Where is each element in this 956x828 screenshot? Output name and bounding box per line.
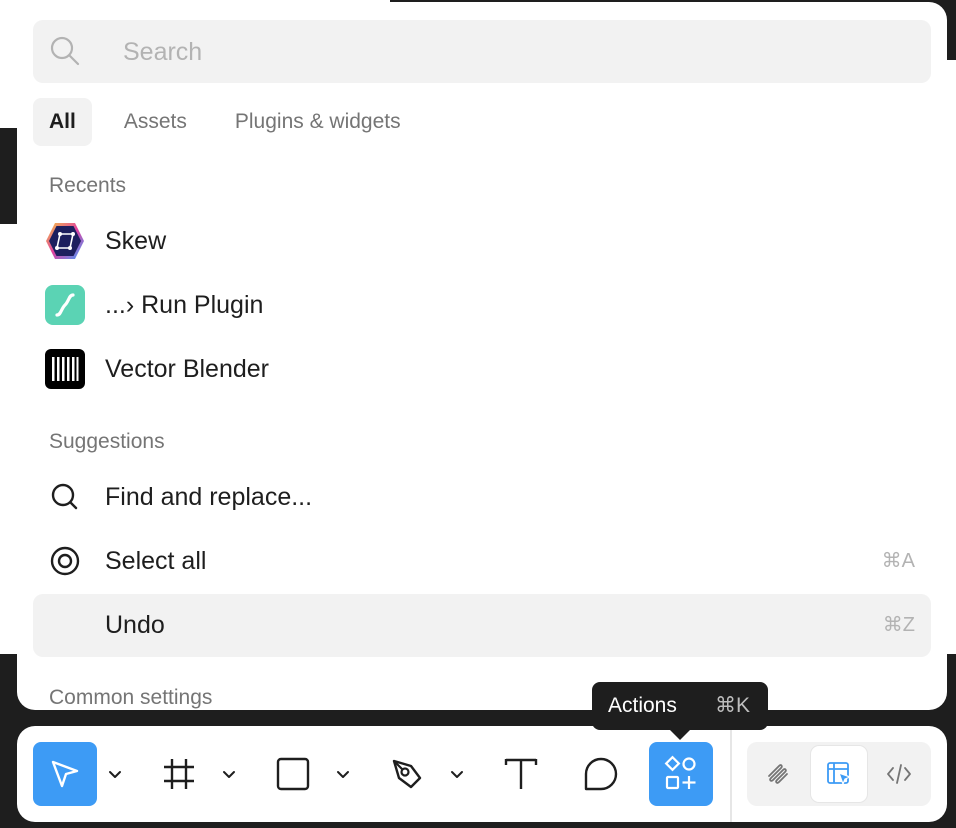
recents-heading: Recents [49,174,127,197]
actions-icon [664,755,696,790]
mode-switcher [747,742,931,806]
dev-mode-button[interactable] [871,746,927,802]
actions-tooltip: Actions ⌘K [592,682,768,740]
text-icon [504,758,538,789]
list-item-skew[interactable]: Skew [33,210,931,273]
list-item-undo[interactable]: Undo ⌘Z [33,594,931,657]
rectangle-icon [276,757,310,791]
target-icon [50,546,80,576]
skew-plugin-icon [46,223,84,259]
tooltip-shortcut: ⌘K [714,694,750,717]
pen-icon [392,759,422,789]
draw-mode-button[interactable] [751,746,807,802]
tooltip-label: Actions [608,694,677,717]
frame-tool-button[interactable] [147,742,211,806]
cursor-icon [51,760,79,788]
text-tool-button[interactable] [489,742,553,806]
search-icon [51,483,78,510]
list-item-label: Select all [105,547,207,575]
comment-tool-button[interactable] [569,742,633,806]
search-input[interactable] [121,20,905,85]
actions-tool-button[interactable] [649,742,713,806]
list-item-vector-blender[interactable]: Vector Blender [33,338,931,401]
filter-tabs: All Assets Plugins & widgets [33,98,433,146]
tab-assets[interactable]: Assets [108,98,203,146]
run-plugin-icon [45,285,85,325]
chevron-down-icon[interactable] [447,764,467,784]
list-item-label: ...› Run Plugin [105,291,264,319]
list-item-label: Undo [105,611,165,639]
search-icon [50,36,80,66]
shape-tool-button[interactable] [261,742,325,806]
design-mode-icon [827,762,851,785]
toolbar-divider [730,726,732,822]
chevron-down-icon[interactable] [333,764,353,784]
shortcut-hint: ⌘Z [882,614,915,636]
chevron-down-icon[interactable] [105,764,125,784]
comment-icon [584,757,618,791]
common-settings-heading: Common settings [49,686,213,709]
draw-icon [768,764,788,784]
code-icon [887,764,911,784]
move-tool-button[interactable] [33,742,97,806]
list-item-label: Find and replace... [105,483,313,511]
tab-all[interactable]: All [33,98,92,146]
list-item-run-plugin[interactable]: ...› Run Plugin [33,274,931,337]
list-item-select-all[interactable]: Select all ⌘A [33,530,931,593]
list-item-find-replace[interactable]: Find and replace... [33,466,931,529]
frame-icon [164,759,194,789]
pen-tool-button[interactable] [375,742,439,806]
tab-plugins-widgets[interactable]: Plugins & widgets [219,98,417,146]
actions-panel: All Assets Plugins & widgets Recents Ske… [17,2,947,710]
search-bar [33,20,931,85]
shortcut-hint: ⌘A [881,550,915,572]
bottom-toolbar [17,726,947,822]
list-item-label: Vector Blender [105,355,269,383]
suggestions-heading: Suggestions [49,430,165,453]
vector-blender-icon [45,349,85,389]
design-mode-button[interactable] [811,746,867,802]
list-item-label: Skew [105,227,167,255]
tooltip-arrow [670,730,690,740]
chevron-down-icon[interactable] [219,764,239,784]
